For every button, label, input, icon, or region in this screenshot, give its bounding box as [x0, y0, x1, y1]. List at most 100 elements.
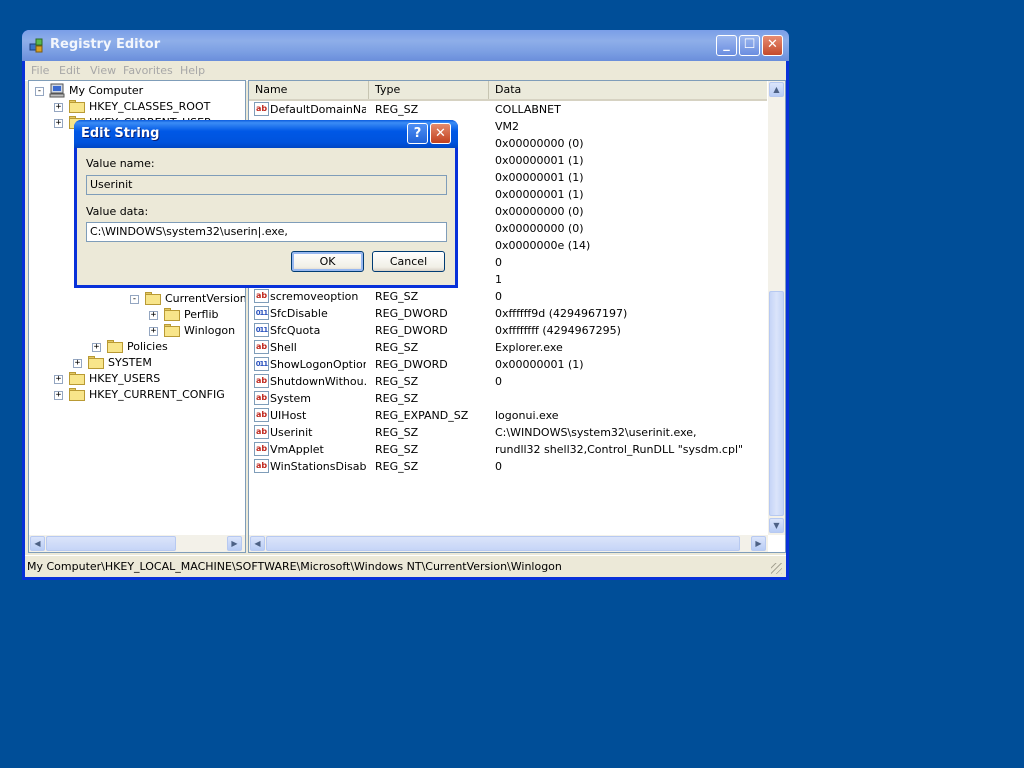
cell-data: 1 — [495, 273, 502, 286]
cell-data: 0x00000001 (1) — [495, 188, 584, 201]
folder-icon — [69, 372, 85, 385]
folder-icon — [88, 356, 104, 369]
cell-name: Userinit — [270, 426, 313, 439]
string-value-icon: ab — [254, 374, 269, 388]
list-horizontal-scrollbar[interactable]: ◀ ▶ — [249, 535, 768, 552]
tree-item-hkey-classes-root[interactable]: + HKEY_CLASSES_ROOT — [54, 99, 244, 115]
scroll-right-icon[interactable]: ▶ — [751, 536, 766, 551]
minimize-button[interactable]: _ — [716, 35, 737, 56]
ok-button[interactable]: OK — [291, 251, 364, 272]
scroll-up-icon[interactable]: ▲ — [769, 82, 784, 97]
table-row[interactable]: ab VmApplet REG_SZ rundll32 shell32,Control… — [249, 441, 767, 458]
title-bar[interactable]: Registry Editor _ ☐ ✕ — [22, 30, 789, 61]
cell-name: ShowLogonOptions — [270, 358, 366, 371]
scroll-thumb[interactable] — [266, 536, 740, 551]
tree-item-currentversion[interactable]: - CurrentVersion — [130, 291, 245, 307]
folder-open-icon — [145, 292, 161, 305]
string-value-icon: ab — [254, 340, 269, 354]
cell-name: System — [270, 392, 312, 405]
tree-item-winlogon[interactable]: + Winlogon — [149, 323, 245, 339]
column-header-name[interactable]: Name — [249, 81, 369, 99]
tree-item-system[interactable]: + SYSTEM — [73, 355, 243, 371]
string-value-icon: ab — [254, 442, 269, 456]
expand-icon[interactable]: + — [54, 391, 63, 400]
expand-icon[interactable]: + — [54, 103, 63, 112]
status-path: My Computer\HKEY_LOCAL_MACHINE\SOFTWARE\… — [27, 560, 562, 573]
cancel-button[interactable]: Cancel — [372, 251, 445, 272]
tree-label: HKEY_CLASSES_ROOT — [89, 100, 211, 113]
table-row[interactable]: ab System REG_SZ — [249, 390, 767, 407]
menu-file[interactable]: File — [31, 64, 49, 77]
list-header: Name Type Data — [249, 81, 767, 101]
scroll-left-icon[interactable]: ◀ — [30, 536, 45, 551]
tree-item-hkey-current-config[interactable]: + HKEY_CURRENT_CONFIG — [54, 387, 244, 403]
scroll-thumb[interactable] — [769, 291, 784, 516]
dialog-title: Edit String — [81, 126, 160, 141]
tree-horizontal-scrollbar[interactable]: ◀ ▶ — [29, 535, 245, 552]
cell-data: Explorer.exe — [495, 341, 563, 354]
table-row[interactable]: abDefaultDomainNa... REG_SZ COLLABNET — [249, 101, 767, 118]
scroll-right-icon[interactable]: ▶ — [227, 536, 242, 551]
maximize-button[interactable]: ☐ — [739, 35, 760, 56]
tree-item-hkey-users[interactable]: + HKEY_USERS — [54, 371, 244, 387]
table-row[interactable]: 011 SfcDisable REG_DWORD 0xffffff9d (429496… — [249, 305, 767, 322]
list-vertical-scrollbar[interactable]: ▲ ▼ — [768, 81, 785, 535]
cell-data: 0 — [495, 460, 502, 473]
scroll-left-icon[interactable]: ◀ — [250, 536, 265, 551]
tree-label: Perflib — [184, 308, 219, 321]
resize-grip-icon[interactable] — [771, 563, 782, 574]
cell-type: REG_SZ — [375, 103, 419, 116]
expand-icon[interactable]: + — [54, 375, 63, 384]
scroll-thumb[interactable] — [46, 536, 176, 551]
collapse-icon[interactable]: - — [35, 87, 44, 96]
dword-value-icon: 011 — [254, 323, 269, 337]
value-data-input[interactable]: C:\WINDOWS\system32\userin|.exe, — [86, 222, 447, 242]
table-row[interactable]: ab Userinit REG_SZ C:\WINDOWS\system32\user… — [249, 424, 767, 441]
table-row[interactable]: ab ShutdownWithou... REG_SZ 0 — [249, 373, 767, 390]
cell-name: WinStationsDisab... — [270, 460, 366, 473]
table-row[interactable]: 011 SfcQuota REG_DWORD 0xffffffff (42949672… — [249, 322, 767, 339]
value-data-label: Value data: — [86, 205, 149, 218]
table-row[interactable]: ab UIHost REG_EXPAND_SZ logonui.exe — [249, 407, 767, 424]
expand-icon[interactable]: + — [92, 343, 101, 352]
dialog-close-button[interactable]: ✕ — [430, 123, 451, 144]
cell-data: VM2 — [495, 120, 520, 133]
scroll-down-icon[interactable]: ▼ — [769, 518, 784, 533]
tree-item-my-computer[interactable]: - My Computer — [35, 83, 235, 99]
dword-value-icon: 011 — [254, 357, 269, 371]
expand-icon[interactable]: + — [54, 119, 63, 128]
tree-item-perflib[interactable]: + Perflib — [149, 307, 245, 323]
close-button[interactable]: ✕ — [762, 35, 783, 56]
cell-name: scremoveoption — [270, 290, 359, 303]
cell-data: 0x00000000 (0) — [495, 137, 584, 150]
expand-icon[interactable]: + — [149, 311, 158, 320]
value-name-field: Userinit — [86, 175, 447, 195]
expand-icon[interactable]: + — [149, 327, 158, 336]
cell-type: REG_SZ — [375, 290, 419, 303]
cell-data: 0xffffffff (4294967295) — [495, 324, 621, 337]
column-header-data[interactable]: Data — [489, 81, 767, 99]
menu-view[interactable]: View — [90, 64, 116, 77]
tree-item-policies[interactable]: + Policies — [92, 339, 242, 355]
cell-name: ShutdownWithou... — [270, 375, 366, 388]
column-header-type[interactable]: Type — [369, 81, 489, 99]
cell-data: rundll32 shell32,Control_RunDLL "sysdm.c… — [495, 443, 744, 456]
menu-favorites[interactable]: Favorites — [123, 64, 173, 77]
dialog-title-bar[interactable]: Edit String ? ✕ — [74, 120, 458, 148]
cell-data: 0x00000001 (1) — [495, 154, 584, 167]
collapse-icon[interactable]: - — [130, 295, 139, 304]
expand-icon[interactable]: + — [73, 359, 82, 368]
menu-edit[interactable]: Edit — [59, 64, 80, 77]
help-button[interactable]: ? — [407, 123, 428, 144]
string-value-icon: ab — [254, 289, 269, 303]
edit-string-dialog: Edit String ? ✕ Value name: Userinit Val… — [74, 120, 458, 288]
tree-label: My Computer — [69, 84, 144, 97]
cell-data: 0 — [495, 290, 502, 303]
table-row[interactable]: 011 ShowLogonOptions REG_DWORD 0x00000001 (… — [249, 356, 767, 373]
cell-type: REG_SZ — [375, 392, 419, 405]
table-row[interactable]: abWinStationsDisab... REG_SZ 0 — [249, 458, 767, 475]
table-row[interactable]: ab scremoveoption REG_SZ 0 — [249, 288, 767, 305]
menu-help[interactable]: Help — [180, 64, 205, 77]
registry-editor-icon — [29, 38, 43, 53]
table-row[interactable]: ab Shell REG_SZ Explorer.exe — [249, 339, 767, 356]
